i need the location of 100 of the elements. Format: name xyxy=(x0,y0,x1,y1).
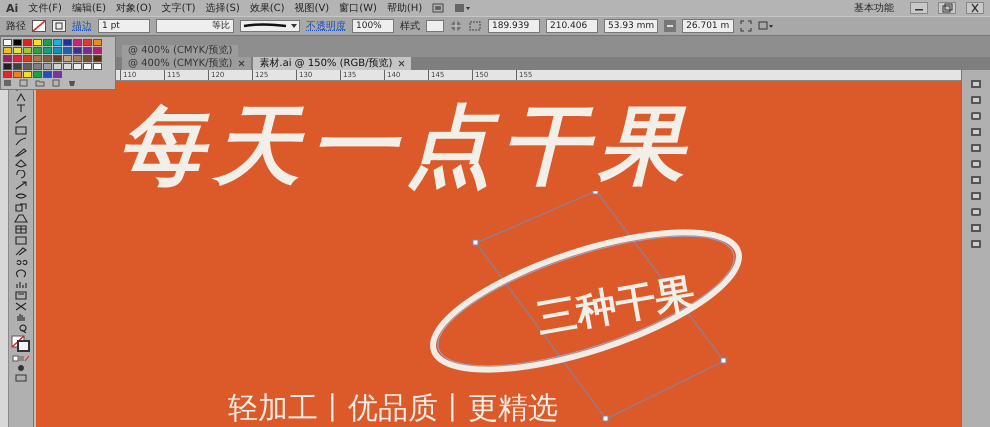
color-swatch[interactable] xyxy=(23,47,32,54)
color-swatch[interactable] xyxy=(13,39,22,46)
menu-item[interactable]: 选择(S) xyxy=(206,1,240,15)
mesh-tool-icon[interactable] xyxy=(14,225,28,234)
color-swatch[interactable] xyxy=(33,55,42,62)
screen-mode-icon[interactable] xyxy=(14,374,28,382)
color-swatch[interactable] xyxy=(3,71,12,78)
menu-item[interactable]: 视图(V) xyxy=(294,1,330,15)
opacity-field[interactable]: 100% xyxy=(352,19,394,33)
shape-builder-icon[interactable] xyxy=(14,203,28,212)
pencil-tool-icon[interactable] xyxy=(14,148,28,157)
color-swatch[interactable] xyxy=(73,55,82,62)
menu-item[interactable]: 帮助(H) xyxy=(386,1,422,15)
perspective-tool-icon[interactable] xyxy=(14,214,28,223)
restore-icon[interactable] xyxy=(938,2,956,14)
color-swatch[interactable] xyxy=(93,39,102,46)
color-swatch[interactable] xyxy=(53,63,62,70)
stroke-weight-field[interactable]: 1 pt xyxy=(98,19,150,33)
color-swatch[interactable] xyxy=(3,47,12,54)
artboard-tool-icon[interactable] xyxy=(14,291,28,300)
document-tab[interactable]: @ 400% (CMYK/预览) xyxy=(122,57,252,70)
transform-icon[interactable] xyxy=(740,20,752,32)
color-swatch[interactable] xyxy=(13,47,22,54)
globe-icon[interactable] xyxy=(450,20,462,32)
stroke-profile-dropdown[interactable]: 等比 xyxy=(156,19,234,33)
color-swatch[interactable] xyxy=(43,47,52,54)
menu-item[interactable]: 窗口(W) xyxy=(339,1,377,15)
pen-tool-icon[interactable] xyxy=(14,93,28,102)
document-tab[interactable]: 素材.ai @ 150% (RGB/预览) xyxy=(253,57,412,70)
folder-icon[interactable] xyxy=(35,79,45,87)
type-tool-icon[interactable] xyxy=(14,104,28,113)
document-tab[interactable]: @ 400% (CMYK/预览) xyxy=(122,45,238,57)
fill-stroke-icon[interactable] xyxy=(11,335,31,353)
color-swatch[interactable] xyxy=(33,71,42,78)
color-swatch[interactable] xyxy=(83,63,92,70)
new-group-icon[interactable] xyxy=(19,79,29,87)
workspace-switcher[interactable]: 基本功能 xyxy=(854,1,894,15)
menu-item[interactable]: 文字(T) xyxy=(162,1,196,15)
color-swatch[interactable] xyxy=(23,71,32,78)
brush-tool-icon[interactable] xyxy=(14,137,28,146)
rotate-tool-icon[interactable] xyxy=(14,170,28,179)
color-swatch[interactable] xyxy=(53,55,62,62)
color-swatch[interactable] xyxy=(23,55,32,62)
color-swatch[interactable] xyxy=(3,55,12,62)
swatch-library-icon[interactable] xyxy=(3,79,13,87)
minimize-icon[interactable] xyxy=(910,2,928,14)
color-swatch[interactable] xyxy=(63,63,72,70)
graph-tool-icon[interactable] xyxy=(14,280,28,289)
color-swatch[interactable] xyxy=(33,63,42,70)
brush-stroke-dropdown-icon[interactable] xyxy=(240,20,300,32)
height-field[interactable]: 26.701 m xyxy=(682,19,734,33)
menu-item[interactable]: 效果(C) xyxy=(250,1,285,15)
width-tool-icon[interactable] xyxy=(14,192,28,201)
color-swatch[interactable] xyxy=(23,63,32,70)
color-swatch[interactable] xyxy=(83,39,92,46)
color-swatch[interactable] xyxy=(63,55,72,62)
symbol-tool-icon[interactable] xyxy=(14,269,28,278)
color-swatch[interactable] xyxy=(93,55,102,62)
scale-tool-icon[interactable] xyxy=(14,181,28,190)
close-tab-icon[interactable] xyxy=(238,60,246,67)
style-swatch-icon[interactable] xyxy=(426,20,444,32)
color-swatch[interactable] xyxy=(43,71,52,78)
bridge-icon[interactable] xyxy=(432,3,444,13)
color-swatch[interactable] xyxy=(23,39,32,46)
trash-icon[interactable] xyxy=(67,79,77,87)
color-swatch[interactable] xyxy=(93,63,102,70)
color-swatch[interactable] xyxy=(13,55,22,62)
gradient-tool-icon[interactable] xyxy=(14,236,28,245)
color-swatch[interactable] xyxy=(3,63,12,70)
y-field[interactable]: 210.406 xyxy=(546,19,598,33)
close-icon[interactable] xyxy=(966,2,984,14)
color-swatch[interactable] xyxy=(73,47,82,54)
width-field[interactable]: 53.93 mm xyxy=(604,19,658,33)
color-swatch[interactable] xyxy=(73,63,82,70)
x-field[interactable]: 189.939 xyxy=(488,19,540,33)
eyedropper-tool-icon[interactable] xyxy=(14,247,28,256)
eraser-tool-icon[interactable] xyxy=(14,159,28,168)
rectangle-tool-icon[interactable] xyxy=(14,126,28,135)
color-swatch[interactable] xyxy=(83,55,92,62)
color-swatch[interactable] xyxy=(53,47,62,54)
color-swatch[interactable] xyxy=(63,39,72,46)
color-swatch[interactable] xyxy=(63,47,72,54)
menu-item[interactable]: 对象(O) xyxy=(116,1,152,15)
close-tab-icon[interactable] xyxy=(398,60,406,67)
slice-tool-icon[interactable] xyxy=(14,302,28,311)
color-swatch[interactable] xyxy=(53,71,62,78)
color-mode-icon[interactable] xyxy=(12,355,30,362)
new-swatch-icon[interactable] xyxy=(51,79,61,87)
line-tool-icon[interactable] xyxy=(14,115,28,124)
color-swatch[interactable] xyxy=(73,39,82,46)
color-swatch[interactable] xyxy=(53,39,62,46)
color-swatch[interactable] xyxy=(43,63,52,70)
color-swatch[interactable] xyxy=(43,55,52,62)
menu-item[interactable]: 编辑(E) xyxy=(72,1,106,15)
color-swatch[interactable] xyxy=(33,39,42,46)
menu-item[interactable]: 文件(F) xyxy=(28,1,62,15)
blend-tool-icon[interactable] xyxy=(14,258,28,267)
isolate-icon[interactable] xyxy=(758,20,774,32)
color-swatch[interactable] xyxy=(33,47,42,54)
color-swatch[interactable] xyxy=(93,47,102,54)
